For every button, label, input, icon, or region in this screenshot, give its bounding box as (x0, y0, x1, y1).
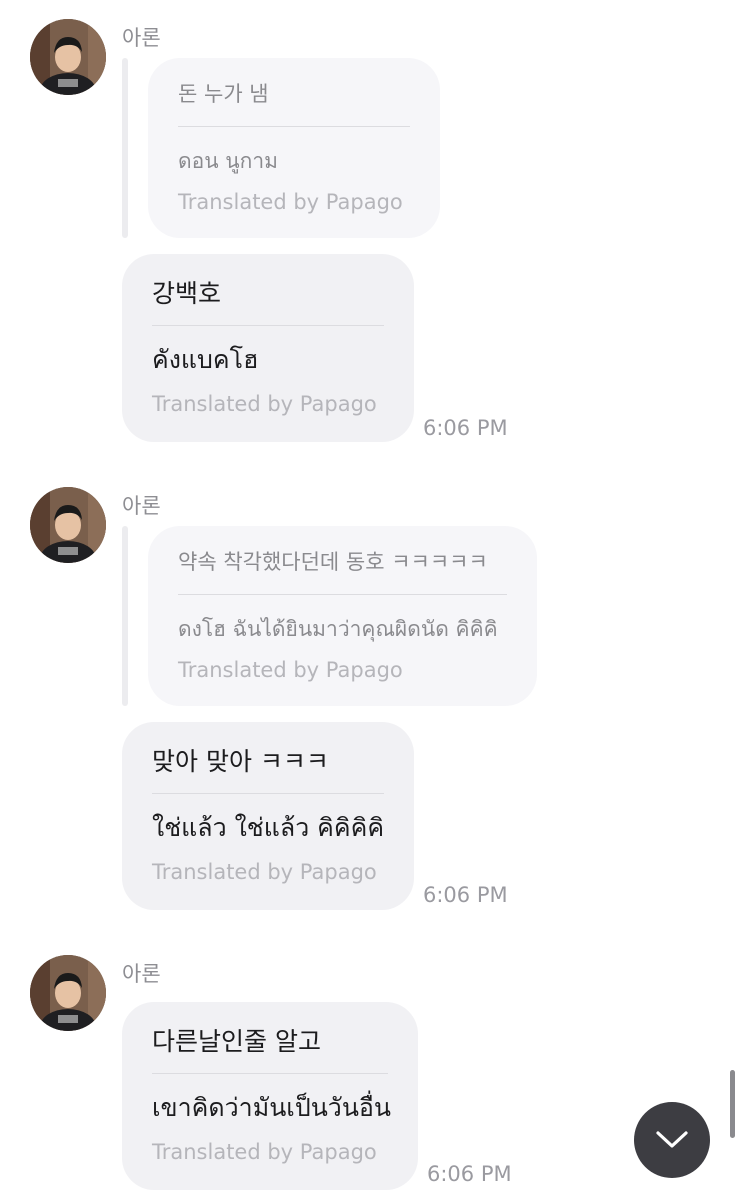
quote-original-text: 약속 착각했다던데 동호 ㅋㅋㅋㅋㅋ (178, 550, 488, 574)
translation-credit: Translated by Papago (152, 1140, 377, 1164)
translation-credit: Translated by Papago (178, 190, 403, 214)
message-time: 6:06 PM (423, 416, 508, 440)
avatar[interactable] (30, 487, 106, 563)
divider (178, 594, 507, 595)
quoted-message[interactable]: 돈 누가 냄 ดอน นูกาม Translated by Papago (148, 58, 440, 238)
quote-translation-text: ดงโฮ ฉันได้ยินมาว่าคุณผิดนัด คิคิคิ (178, 617, 498, 641)
avatar[interactable] (30, 19, 106, 95)
translation-credit: Translated by Papago (152, 860, 377, 884)
quote-bar (122, 58, 128, 238)
avatar-photo (30, 487, 106, 563)
message-original-text: 강백호 (152, 279, 222, 308)
quote-original-text: 돈 누가 냄 (178, 82, 269, 106)
divider (152, 1073, 388, 1074)
message-translation-text: ใช่แล้ว ใช่แล้ว คิคิคิคิ (152, 813, 385, 842)
message-translation-text: เขาคิดว่ามันเป็นวันอื่น (152, 1093, 392, 1122)
message-original-text: 맞아 맞아 ㅋㅋㅋ (152, 747, 329, 776)
message-original-text: 다른날인줄 알고 (152, 1027, 321, 1056)
avatar[interactable] (30, 955, 106, 1031)
chevron-down-icon (656, 1131, 688, 1148)
message-bubble[interactable]: 강백호 คังแบคโฮ Translated by Papago (122, 254, 414, 442)
divider (178, 126, 410, 127)
message-bubble[interactable]: 다른날인줄 알고 เขาคิดว่ามันเป็นวันอื่น Transla… (122, 1002, 418, 1190)
translation-credit: Translated by Papago (178, 658, 403, 682)
quote-bar (122, 526, 128, 706)
quoted-message[interactable]: 약속 착각했다던데 동호 ㅋㅋㅋㅋㅋ ดงโฮ ฉันได้ยินมาว่าคุ… (148, 526, 537, 706)
translation-credit: Translated by Papago (152, 392, 377, 416)
message-translation-text: คังแบคโฮ (152, 345, 259, 374)
sender-name: 아론 (122, 26, 161, 50)
avatar-photo (30, 955, 106, 1031)
divider (152, 793, 384, 794)
sender-name: 아론 (122, 962, 161, 986)
message-time: 6:06 PM (427, 1162, 512, 1186)
message-bubble[interactable]: 맞아 맞아 ㅋㅋㅋ ใช่แล้ว ใช่แล้ว คิคิคิคิ Trans… (122, 722, 414, 910)
scrollbar[interactable] (730, 1070, 735, 1138)
divider (152, 325, 384, 326)
avatar-photo (30, 19, 106, 95)
quote-translation-text: ดอน นูกาม (178, 149, 278, 173)
scroll-to-bottom-button[interactable] (634, 1102, 710, 1178)
sender-name: 아론 (122, 494, 161, 518)
message-time: 6:06 PM (423, 883, 508, 907)
